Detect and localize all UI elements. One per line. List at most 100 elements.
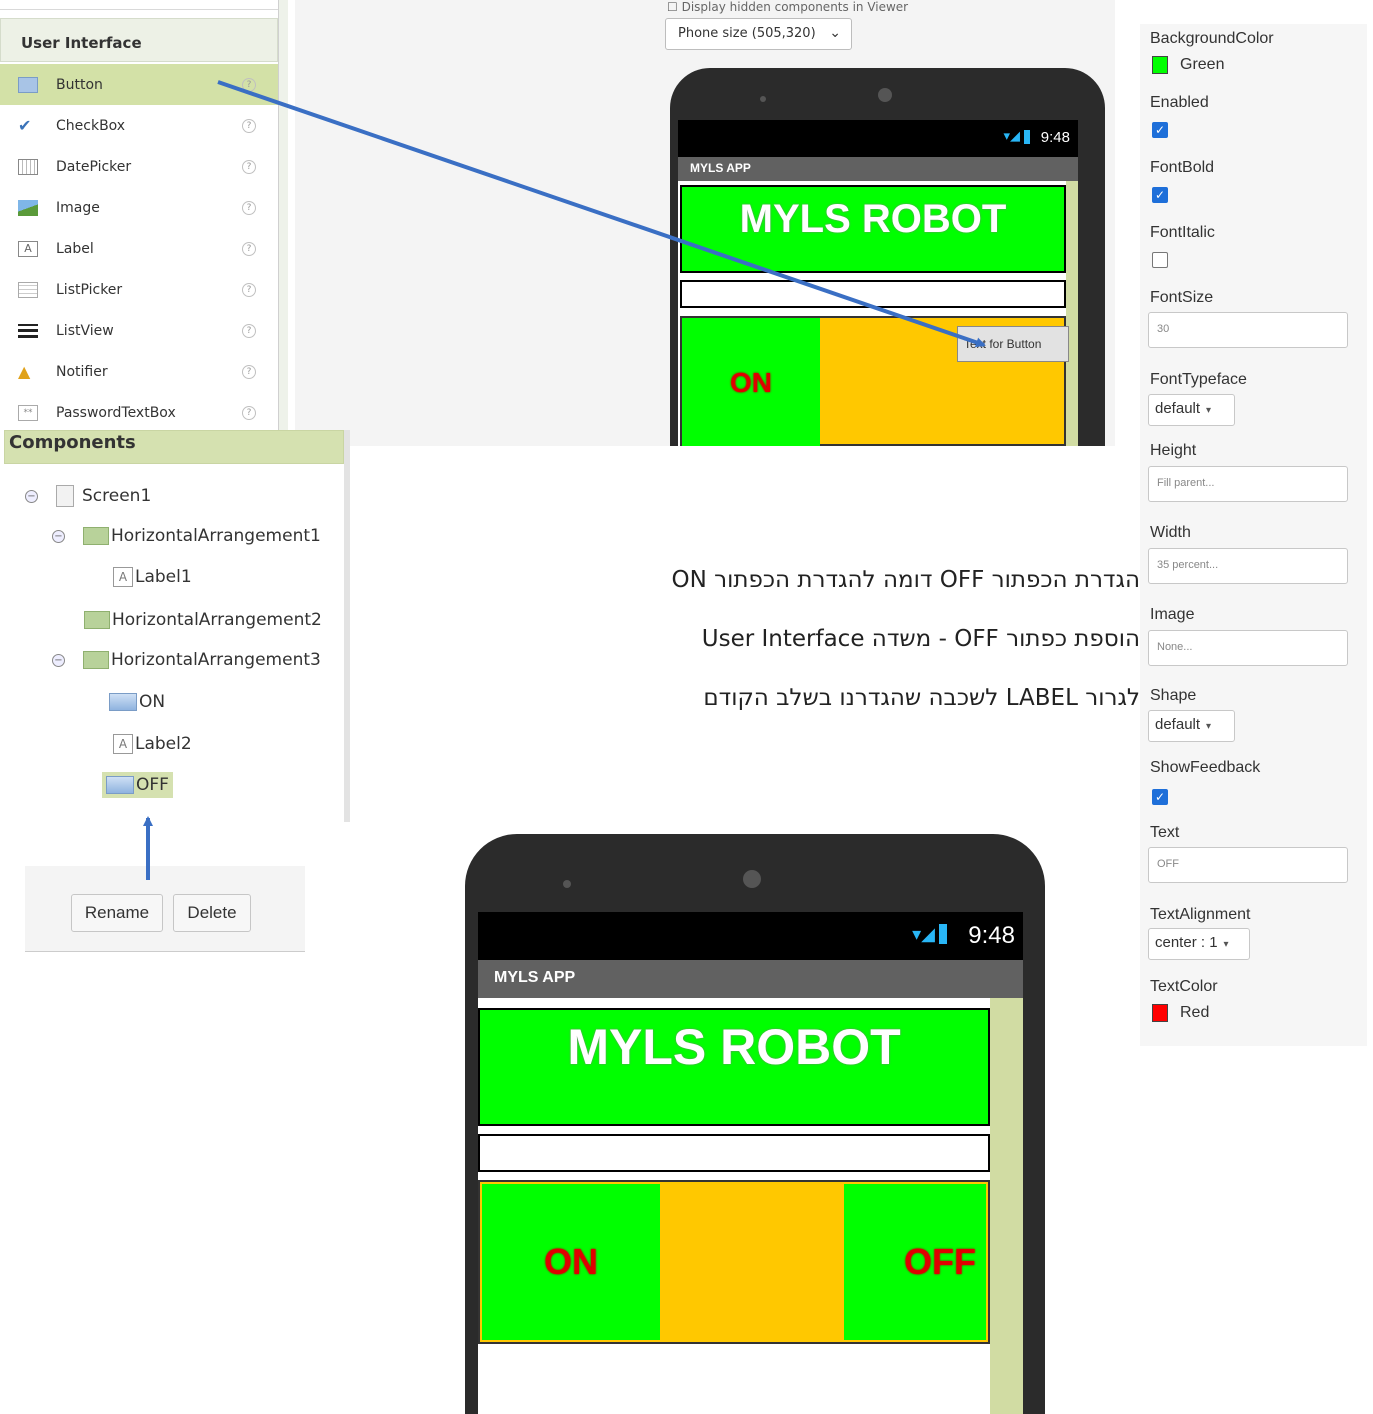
help-icon[interactable]: ? [242,159,256,174]
palette-item-label[interactable]: A Label ? [0,228,278,269]
palette-item-listpicker[interactable]: ListPicker ? [0,269,278,310]
prop-label-fonttypeface: FontTypeface [1150,371,1247,388]
prop-label-textcolor: TextColor [1150,978,1218,995]
tree-node-label: OFF [136,775,169,795]
tree-node-label: Label1 [135,567,192,587]
collapse-icon[interactable]: − [52,653,65,667]
arrangement-icon [83,527,109,545]
tree-node-horizontalarrangement2[interactable]: HorizontalArrangement2 [84,610,322,630]
palette-item-listview[interactable]: ListView ? [0,310,278,351]
shape-select[interactable]: default ▾ [1148,710,1235,742]
width-input[interactable]: 35 percent... [1148,548,1348,584]
textalignment-select[interactable]: center : 1 ▾ [1148,928,1250,960]
palette-item-notifier[interactable]: ▲ Notifier ? [0,351,278,392]
prop-label-image: Image [1150,606,1195,623]
palette-item-label: PasswordTextBox [56,404,176,421]
tree-node-label2[interactable]: A Label2 [113,734,192,754]
app-title-bar: MYLS APP [478,960,1023,998]
fontitalic-checkbox[interactable] [1152,252,1168,268]
height-input[interactable]: Fill parent... [1148,466,1348,502]
phone-size-select[interactable]: Phone size (505,320) ⌄ [665,18,852,50]
label-icon: A [113,734,133,754]
help-icon[interactable]: ? [242,323,256,338]
on-button[interactable]: ON [682,318,820,446]
palette-item-label: CheckBox [56,117,126,134]
palette-item-image[interactable]: Image ? [0,187,278,228]
help-icon[interactable]: ? [242,405,256,420]
dropdown-icon: ▾ [1206,405,1212,416]
wifi-signal-icon: ▾◢ [912,924,935,945]
delete-button[interactable]: Delete [173,894,251,932]
instruction-line-2: הוספת כפתור OFF - משדה User Interface [701,626,1140,652]
tree-node-label: Screen1 [82,486,152,506]
tree-node-on[interactable]: ON [109,692,165,712]
horizontal-arrangement3: ON Text for Button [680,316,1069,446]
palette-item-datepicker[interactable]: DatePicker ? [0,146,278,187]
palette-item-passwordtextbox[interactable]: ** PasswordTextBox ? [0,392,278,433]
components-scrollbar[interactable] [344,430,350,822]
dropdown-icon: ▾ [1206,721,1212,732]
text-input[interactable]: OFF [1148,847,1348,883]
palette-scrollbar[interactable] [278,0,288,430]
prop-label-text: Text [1150,824,1180,841]
fonttypeface-select[interactable]: default ▾ [1148,394,1235,426]
collapse-icon[interactable]: − [25,489,38,503]
label2-textbox [478,1134,990,1172]
help-icon[interactable]: ? [242,282,256,297]
palette-top-edge [0,0,278,10]
help-icon[interactable]: ? [242,77,256,92]
phone-preview-bottom: ▾◢ 9:48 MYLS APP MYLS ROBOT ON OFF [465,834,1045,1414]
phone-screen: ▾◢ 9:48 MYLS APP MYLS ROBOT ON OFF [478,912,1023,1414]
checkbox-icon: ✔ [18,115,32,135]
tree-node-label1[interactable]: A Label1 [113,567,192,587]
image-input[interactable]: None... [1148,630,1348,666]
tree-node-off[interactable]: OFF [102,772,173,798]
collapse-icon[interactable]: − [52,529,65,543]
tree-node-screen1[interactable]: − Screen1 [25,485,151,507]
showfeedback-checkbox[interactable]: ✓ [1152,789,1168,805]
palette-item-label: Label [56,240,94,257]
palette-item-button[interactable]: Button ? [0,64,278,105]
properties-panel: BackgroundColor Green Enabled ✓ FontBold… [1140,24,1367,1046]
tree-node-horizontalarrangement3[interactable]: − HorizontalArrangement3 [52,650,321,670]
color-swatch [1152,1004,1168,1022]
screen-icon [56,485,74,507]
off-button[interactable]: OFF [844,1184,986,1340]
status-time: 9:48 [1040,129,1070,146]
app-title-bar: MYLS APP [678,157,1078,181]
prop-label-height: Height [1150,442,1197,459]
components-panel: Components − Screen1 − HorizontalArrange… [0,430,350,822]
rename-button[interactable]: Rename [71,894,163,932]
screen-content: MYLS ROBOT ON OFF [478,998,990,1414]
dragged-button-ghost[interactable]: Text for Button [957,326,1069,362]
palette-header[interactable]: User Interface [0,18,278,62]
fontbold-checkbox[interactable]: ✓ [1152,187,1168,203]
button-icon [106,776,134,794]
shape-value: default [1155,716,1201,733]
backgroundcolor-picker[interactable]: Green [1152,56,1224,74]
fontsize-input[interactable]: 30 [1148,312,1348,348]
button-icon [18,76,38,93]
palette-item-label: ListView [56,322,114,339]
palette-item-label: Button [56,76,103,93]
help-icon[interactable]: ? [242,200,256,215]
tree-node-horizontalarrangement1[interactable]: − HorizontalArrangement1 [52,526,321,546]
hidden-components-checkbox[interactable]: ☐ Display hidden components in Viewer [667,0,908,14]
chevron-down-icon: ⌄ [829,25,841,41]
help-icon[interactable]: ? [242,118,256,133]
battery-icon [1024,130,1030,144]
on-button[interactable]: ON [482,1184,660,1340]
passwordtextbox-icon: ** [18,404,38,421]
help-icon[interactable]: ? [242,241,256,256]
front-camera-icon [563,880,571,888]
palette-item-checkbox[interactable]: ✔ CheckBox ? [0,105,278,146]
tree-node-label: HorizontalArrangement2 [112,610,322,630]
tree-node-label: HorizontalArrangement1 [111,526,321,546]
textcolor-picker[interactable]: Red [1152,1004,1209,1022]
help-icon[interactable]: ? [242,364,256,379]
textalignment-value: center : 1 [1155,934,1218,951]
horizontal-arrangement3: ON OFF [478,1180,990,1344]
enabled-checkbox[interactable]: ✓ [1152,122,1168,138]
earpiece-icon [878,88,892,102]
phone-preview-top: ▾◢ 9:48 MYLS APP MYLS ROBOT ON Text for … [670,68,1105,446]
